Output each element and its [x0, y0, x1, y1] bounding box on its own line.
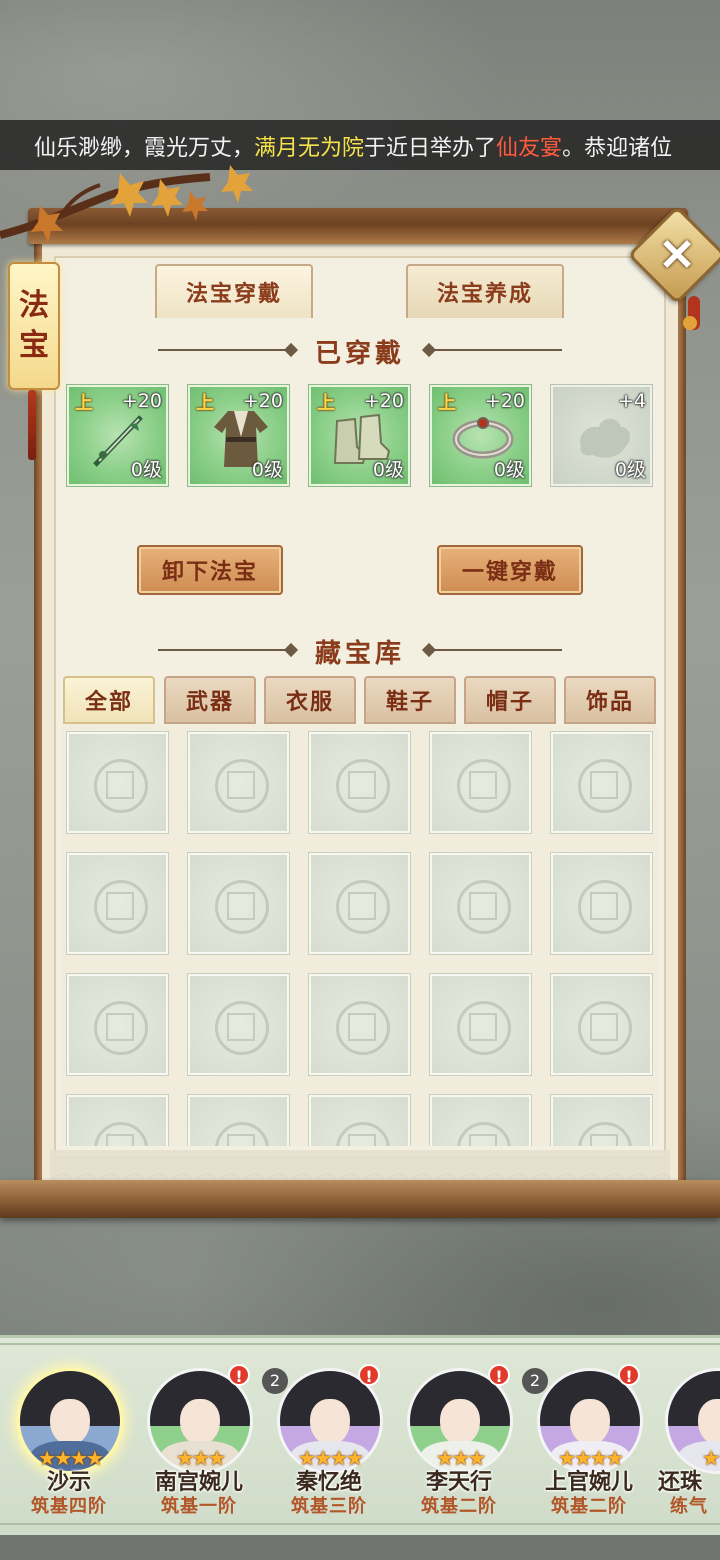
banner-tassel: [28, 390, 36, 460]
close-icon[interactable]: ✕: [642, 220, 712, 290]
scroll-bottom-rod: [0, 1180, 720, 1218]
character-card[interactable]: ★★ 还珠 练气: [648, 1360, 720, 1520]
avatar-face: [440, 1399, 480, 1445]
avatar-face: [180, 1399, 220, 1445]
category-tab-shoes[interactable]: 鞋子: [364, 676, 456, 724]
equipped-slot-hat[interactable]: +4 0级: [550, 384, 653, 487]
inventory-slot[interactable]: [429, 731, 532, 834]
equipped-enhance-label: +20: [242, 390, 283, 412]
inventory-slot[interactable]: [66, 1094, 169, 1146]
alert-badge-icon: !: [228, 1364, 250, 1386]
character-rank: 练气: [670, 1496, 708, 1517]
inventory-slot[interactable]: [308, 1094, 411, 1146]
maple-branch-decoration: [0, 165, 253, 243]
inventory-slot[interactable]: [187, 731, 290, 834]
avatar-face: [570, 1399, 610, 1445]
inventory-slot[interactable]: [550, 852, 653, 955]
inventory-slot[interactable]: [429, 973, 532, 1076]
equipped-grade-label: 上: [438, 393, 456, 414]
count-badge: 2: [262, 1368, 288, 1394]
wave-pattern-strip: [50, 1150, 670, 1184]
character-card[interactable]: ★★★★ 沙示 筑基四阶: [0, 1360, 126, 1520]
avatar-face: [310, 1399, 350, 1445]
equip-all-button[interactable]: 一键穿戴: [437, 545, 583, 595]
equipped-enhance-label: +20: [484, 390, 525, 412]
marquee-event-name: 仙友宴: [496, 136, 563, 161]
tab-treasure-equip[interactable]: 法宝穿戴: [155, 264, 313, 318]
equipped-slot-weapon[interactable]: 上 +20 0级: [66, 384, 169, 487]
character-rank: 筑基四阶: [31, 1496, 107, 1517]
inventory-slot[interactable]: [66, 731, 169, 834]
equipped-level-label: 0级: [614, 459, 646, 481]
character-card[interactable]: ! ★★★ 南宫婉儿 筑基一阶: [130, 1360, 256, 1520]
announcement-marquee: 仙乐渺缈，霞光万丈，满月无为院于近日举办了仙友宴。恭迎诸位: [0, 120, 720, 170]
count-badge: 2: [522, 1368, 548, 1394]
character-rank: 筑基三阶: [291, 1496, 367, 1517]
side-banner-char-1: 法: [19, 288, 49, 323]
inventory-slot[interactable]: [187, 1094, 290, 1146]
equipped-level-label: 0级: [372, 459, 404, 481]
equipped-enhance-label: +20: [363, 390, 404, 412]
unequip-treasure-button[interactable]: 卸下法宝: [137, 545, 283, 595]
marquee-sect-name: 满月无为院: [254, 136, 365, 161]
character-card[interactable]: ! ★★★ 李天行 筑基二阶: [390, 1360, 516, 1520]
category-tab-weapon[interactable]: 武器: [164, 676, 256, 724]
character-rank: 筑基二阶: [421, 1496, 497, 1517]
category-tab-all[interactable]: 全部: [63, 676, 155, 724]
avatar-face: [698, 1399, 720, 1445]
equipped-slot-robe[interactable]: 上 +20 0级: [187, 384, 290, 487]
inventory-slot[interactable]: [187, 852, 290, 955]
inventory-grid[interactable]: [62, 724, 658, 1146]
alert-badge-icon: !: [358, 1364, 380, 1386]
inventory-slot[interactable]: [66, 973, 169, 1076]
avatar-face: [50, 1399, 90, 1445]
marquee-part3: 。恭迎诸位: [562, 136, 673, 161]
equipped-enhance-label: +4: [617, 390, 646, 412]
inventory-slot[interactable]: [550, 973, 653, 1076]
equipped-level-label: 0级: [130, 459, 162, 481]
equipped-section-title: 已穿戴: [314, 339, 405, 369]
equipped-grade-label: 上: [75, 393, 93, 414]
inventory-slot[interactable]: [187, 973, 290, 1076]
inventory-slot[interactable]: [429, 1094, 532, 1146]
character-rank: 筑基一阶: [161, 1496, 237, 1517]
equipped-level-label: 0级: [493, 459, 525, 481]
marquee-part1: 仙乐渺缈，霞光万丈，: [34, 136, 255, 161]
equipped-level-label: 0级: [251, 459, 283, 481]
equipped-slot-bracelet[interactable]: 上 +20 0级: [429, 384, 532, 487]
category-tab-hats[interactable]: 帽子: [464, 676, 556, 724]
marquee-text: 仙乐渺缈，霞光万丈，满月无为院于近日举办了仙友宴。恭迎诸位: [34, 130, 672, 162]
equipped-slot-boots[interactable]: 上 +20 0级: [308, 384, 411, 487]
inventory-slot[interactable]: [308, 852, 411, 955]
close-bead: [683, 316, 697, 330]
alert-badge-icon: !: [618, 1364, 640, 1386]
treasure-side-banner: 法 宝: [8, 262, 60, 390]
category-tab-clothes[interactable]: 衣服: [264, 676, 356, 724]
inventory-slot[interactable]: [550, 1094, 653, 1146]
character-card[interactable]: 2 ! ★★★★ 秦忆绝 筑基三阶: [260, 1360, 386, 1520]
tab-treasure-cultivate[interactable]: 法宝养成: [406, 264, 564, 318]
inventory-slot[interactable]: [66, 852, 169, 955]
inventory-slot[interactable]: [550, 731, 653, 834]
character-card[interactable]: 2 ! ★★★★ 上官婉儿 筑基二阶: [520, 1360, 646, 1520]
equipped-enhance-label: +20: [121, 390, 162, 412]
character-rank: 筑基二阶: [551, 1496, 627, 1517]
marquee-part2: 于近日举办了: [364, 136, 497, 161]
alert-badge-icon: !: [488, 1364, 510, 1386]
inventory-slot[interactable]: [308, 973, 411, 1076]
inventory-slot[interactable]: [429, 852, 532, 955]
equipped-grade-label: 上: [317, 393, 335, 414]
inventory-slot[interactable]: [308, 731, 411, 834]
storage-section-title: 藏宝库: [314, 639, 405, 669]
category-tab-accessories[interactable]: 饰品: [564, 676, 656, 724]
equipped-grade-label: 上: [196, 393, 214, 414]
